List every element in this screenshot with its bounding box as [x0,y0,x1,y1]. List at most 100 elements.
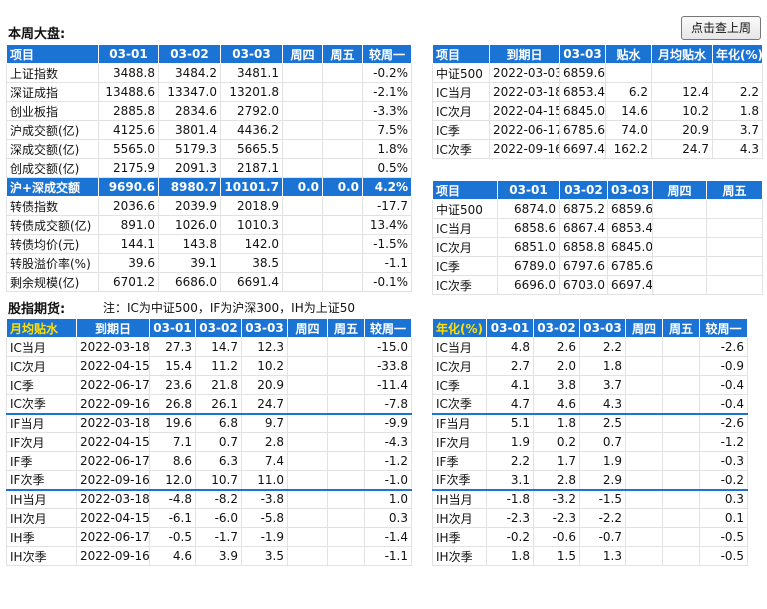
table-cell: IH次季 [432,546,487,566]
table-cell: 5665.5 [220,139,283,159]
table-cell: 创成交额(亿) [6,158,99,178]
table-cell: 5.1 [486,412,534,433]
table-cell: -0.4 [699,375,748,395]
table-cell [625,356,663,376]
table-cell [327,337,365,357]
col-header: 03-03 [241,318,288,338]
table-cell [662,527,700,547]
table-cell [706,218,763,238]
col-header: 较周一 [364,318,412,338]
table-cell: IF季 [6,451,77,471]
col-header: 周五 [706,180,763,200]
table-cell: 1.9 [486,432,534,452]
table-cell: 0.0 [282,177,323,197]
table-row: IC次季 4.7 4.6 4.3 -0.4 [432,394,748,414]
table-row: IC季 2022-06-17 6785.6 74.0 20.9 3.7 [432,120,763,140]
table-cell: -7.8 [364,394,412,414]
table-cell [625,546,663,566]
table-cell: -1.2 [364,451,412,471]
table-cell [662,432,700,452]
table-cell [625,432,663,452]
table-cell: -0.1% [362,272,412,292]
table-row: IC次月 6851.0 6858.8 6845.0 [432,237,763,257]
table-cell: 144.1 [98,234,159,254]
table-cell: 2022-03-18 [489,82,560,102]
table-cell: 深证成指 [6,82,99,102]
table-cell: 2022-06-17 [489,120,560,140]
table-cell [322,253,363,273]
table-cell: -2.1% [362,82,412,102]
table-cell: -1.7 [195,527,242,547]
table-cell: 5179.3 [158,139,221,159]
table-row: IF季 2.2 1.7 1.9 -0.3 [432,451,748,471]
table-row: IH次季 1.8 1.5 1.3 -0.5 [432,546,748,566]
table-cell: 162.2 [605,139,652,159]
table-cell: -1.5% [362,234,412,254]
table-row: 创业板指 2885.8 2834.6 2792.0 -3.3% [6,101,412,121]
table-cell: IC季 [432,256,498,276]
table-cell [327,432,365,452]
table-cell [652,275,707,295]
table-cell [327,527,365,547]
table-cell: -0.5 [149,527,196,547]
table-cell: 6845.0 [559,101,606,121]
table-cell: 2.7 [486,356,534,376]
table-cell: 20.9 [241,375,288,395]
table-cell: 6875.2 [559,199,608,219]
table-cell [706,256,763,276]
table-cell: 14.6 [605,101,652,121]
table-cell: 6.8 [195,412,242,433]
table-cell: IF次月 [432,432,487,452]
table-cell [322,82,363,102]
table-cell: 1010.3 [220,215,283,235]
table-cell [706,237,763,257]
table-cell: 1.7 [533,451,580,471]
table-cell: -8.2 [195,488,242,509]
table-cell: 6785.6 [607,256,653,276]
table-cell: 2187.1 [220,158,283,178]
table-cell [322,215,363,235]
table-cell: 142.0 [220,234,283,254]
table-cell: 2039.9 [158,196,221,216]
table-cell: 沪成交额(亿) [6,120,99,140]
col-header: 到期日 [76,318,150,338]
table-cell [327,356,365,376]
table-cell: IC次月 [432,101,490,121]
table-cell [625,412,663,433]
table-cell: -0.2 [699,470,748,490]
col-header: 月均贴水 [6,318,77,338]
table-cell [282,234,323,254]
table-cell: -2.2 [579,508,626,528]
table-cell: 2022-04-15 [76,432,150,452]
table-cell: IC次季 [6,394,77,414]
table-cell: IC次月 [6,356,77,376]
table-cell: 0.7 [195,432,242,452]
col-header: 周四 [652,180,707,200]
table-cell [652,237,707,257]
table-cell: IC当月 [432,82,490,102]
view-last-week-button[interactable]: 点击查上周 [681,16,761,40]
table-cell: 2.5 [579,412,626,433]
table-cell: 3488.8 [98,63,159,83]
table-cell: -3.3% [362,101,412,121]
table-cell [282,215,323,235]
table-cell: 2.9 [579,470,626,490]
table-cell: 3801.4 [158,120,221,140]
table-cell: 6853.4 [607,218,653,238]
table-row: IH季 2022-06-17 -0.5 -1.7 -1.9 -1.4 [6,527,412,547]
table-cell: IF次季 [6,470,77,490]
annualized-table: 年化(%) 03-01 03-02 03-03 周四 周五 较周一 IC当月 4.… [432,318,748,566]
table-cell: -6.1 [149,508,196,528]
table-cell: 24.7 [241,394,288,414]
ic-basis-table: 项目 到期日 03-03 贴水 月均贴水 年化(%) 中证500 2022-03-… [432,44,763,159]
table-row: IF季 2022-06-17 8.6 6.3 7.4 -1.2 [6,451,412,471]
table-cell: -0.2 [486,527,534,547]
table-cell [282,101,323,121]
table-cell: 1.5 [533,546,580,566]
table-cell: 2.2 [712,82,763,102]
table-cell: 4.1 [486,375,534,395]
table-cell: -0.9 [699,356,748,376]
col-header: 周四 [282,44,323,64]
table-cell [322,158,363,178]
table-row: IC季 2022-06-17 23.6 21.8 20.9 -11.4 [6,375,412,395]
